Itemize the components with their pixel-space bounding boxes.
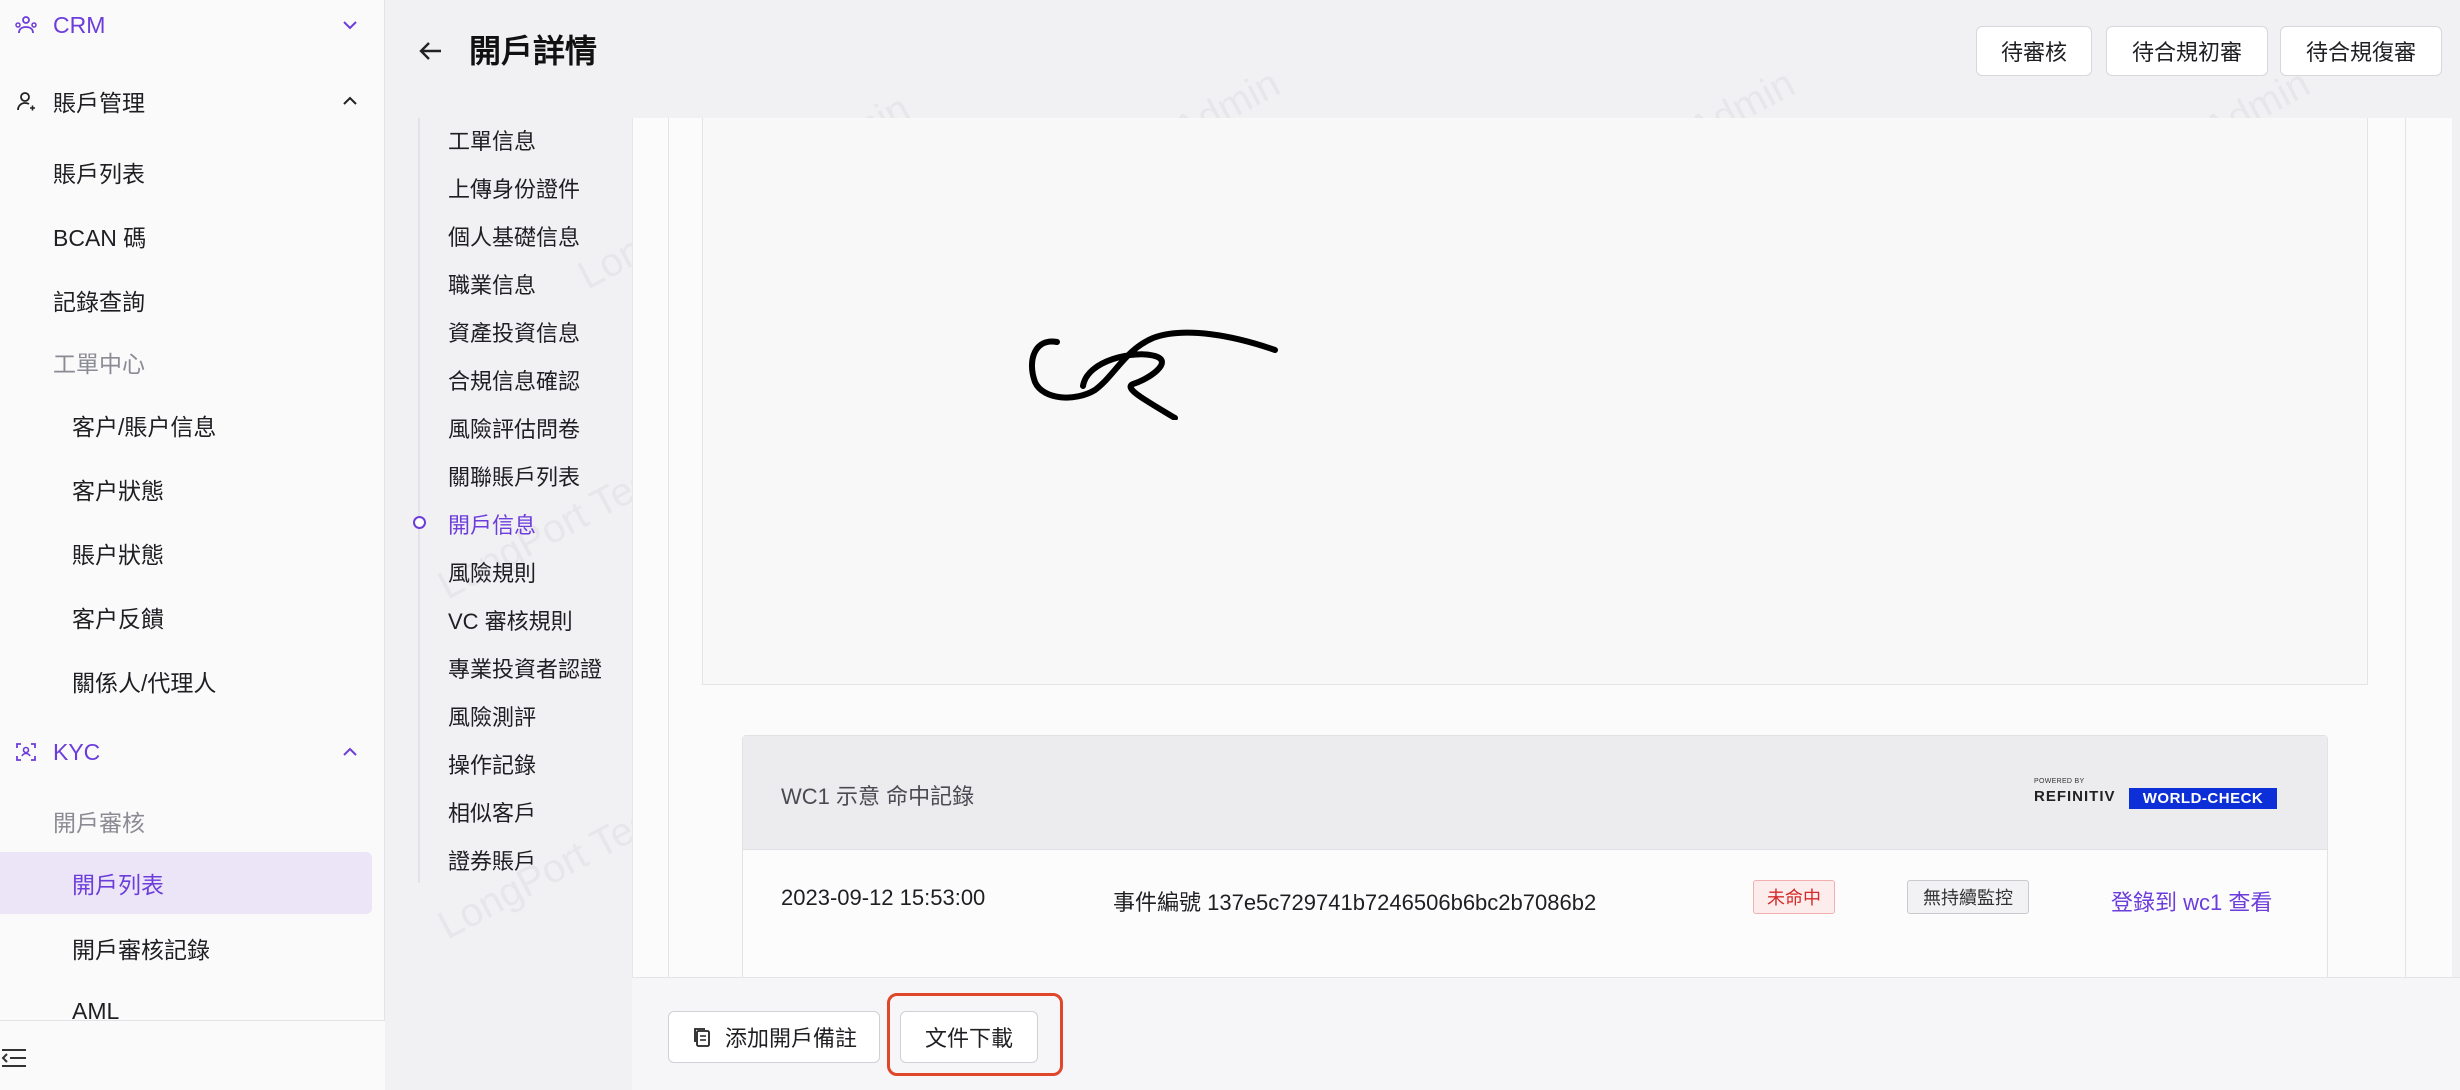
sidebar-item-account-list[interactable]: 賬戶列表 [0,144,372,200]
sidebar-item-record-query[interactable]: 記錄查詢 [0,272,372,328]
sidebar-footer [0,1020,385,1090]
anchor-item[interactable]: 風險測評 [448,700,536,732]
anchor-item[interactable]: 工單信息 [448,124,536,156]
wc1-record-row: 2023-09-12 15:53:00 事件編號 137e5c729741b72… [743,850,2327,981]
wc1-card-header: WC1 示意 命中記錄 POWERED BY REFINITIV WORLD-C… [743,736,2327,850]
nav-group-kyc[interactable]: KYC [0,727,385,777]
nav-group-label: KYC [53,738,101,765]
anchor-item[interactable]: 上傳身份證件 [448,172,580,204]
compliance-second-review-button[interactable]: 待合規復審 [2280,26,2442,76]
hit-status-badge: 未命中 [1753,880,1835,914]
sidebar-item-related-agent[interactable]: 關係人/代理人 [0,653,372,709]
anchor-navigation: 工單信息上傳身份證件 個人基礎信息 職業信息資產投資信息 合規信息確認 風險評估問卷 關聯… [413,118,630,883]
nav-group-crm[interactable]: CRM [0,0,385,50]
anchor-item[interactable]: 證券賬戶 [448,844,536,876]
anchor-active-dot-icon [413,516,426,529]
anchor-item[interactable]: 風險規則 [448,556,536,588]
sidebar-item-label: BCAN 碼 [53,225,147,251]
sidebar-item-account-status[interactable]: 賬户狀態 [0,525,372,581]
anchor-item[interactable]: 專業投資者認證 [448,652,602,684]
anchor-item[interactable]: 資產投資信息 [448,316,580,348]
sidebar-item-label: 賬戶列表 [53,161,145,187]
sidebar-item-label: 開戶審核記錄 [72,937,210,963]
sidebar: CRM 賬戶管理 賬戶列表 BCAN 碼 記錄查詢 工單中心 客户/賬户信息 客… [0,0,385,1090]
page-header: 開戶詳情 待審核 待合規初審 待合規復審 [385,0,2460,100]
people-icon [15,16,37,34]
sidebar-item-label: 賬户狀態 [72,542,164,568]
sidebar-item-open-list[interactable]: 開戶列表 [0,852,372,914]
anchor-item[interactable]: 職業信息 [448,268,536,300]
sidebar-section-open-review: 開戶審核 [0,793,372,849]
face-scan-icon [16,743,36,761]
sidebar-item-customer-account-info[interactable]: 客户/賬户信息 [0,397,372,453]
compliance-first-review-button[interactable]: 待合規初審 [2106,26,2268,76]
anchor-item[interactable]: 開戶信息 [448,508,536,540]
monitoring-status-badge: 無持續監控 [1907,880,2029,914]
logo-refinitiv: REFINITIV [2034,788,2116,805]
nav-group-label: CRM [53,11,106,38]
sidebar-item-label: 關係人/代理人 [72,670,217,696]
anchor-item[interactable]: VC 審核規則 [448,604,573,636]
sidebar-section-label: 工單中心 [53,351,145,377]
chevron-up-icon [343,96,357,105]
wc1-card-title: WC1 示意 命中記錄 [781,784,975,809]
anchor-item[interactable]: 合規信息確認 [448,364,580,396]
anchor-item[interactable]: 個人基礎信息 [448,220,580,252]
anchor-item[interactable]: 關聯賬戶列表 [448,460,580,492]
chevron-down-icon [343,21,357,30]
refinitiv-world-check-logo: POWERED BY REFINITIV WORLD-CHECK [2031,778,2281,812]
add-open-note-label: 添加開戶備註 [724,1026,857,1051]
pending-review-button[interactable]: 待審核 [1976,26,2092,76]
sidebar-item-customer-feedback[interactable]: 客户反饋 [0,589,372,645]
logo-world-check: WORLD-CHECK [2129,788,2277,809]
sidebar-item-aml[interactable]: AML [0,984,372,1024]
sidebar-item-customer-status[interactable]: 客户狀態 [0,461,372,517]
sidebar-section-label: 開戶審核 [53,810,145,836]
anchor-item[interactable]: 風險評估問卷 [448,412,580,444]
page-title: 開戶詳情 [469,33,598,69]
divider [668,118,669,978]
back-arrow-icon[interactable] [415,35,447,67]
sidebar-item-label: 記錄查詢 [53,289,145,315]
wc1-hit-record-card: WC1 示意 命中記錄 POWERED BY REFINITIV WORLD-C… [742,735,2328,980]
sidebar-item-label: 客户/賬户信息 [72,414,217,440]
anchor-item[interactable]: 操作記錄 [448,748,536,780]
logo-powered-by: POWERED BY [2034,778,2085,785]
signature-preview [702,118,2368,685]
anchor-item[interactable]: 相似客戶 [448,796,536,828]
nav-group-label: 賬戶管理 [53,90,145,116]
sidebar-item-bcan[interactable]: BCAN 碼 [0,208,372,264]
nav-group-account-management[interactable]: 賬戶管理 [0,76,385,126]
signature-image [1029,329,1278,420]
sidebar-item-label: 客户狀態 [72,478,164,504]
record-date: 2023-09-12 15:53:00 [781,885,986,910]
highlight-box [887,993,1063,1076]
add-open-note-button[interactable]: 添加開戶備註 [668,1011,880,1063]
login-wc1-link[interactable]: 登錄到 wc1 查看 [2111,885,2272,917]
user-icon [17,92,35,111]
copy-note-icon [694,1028,710,1047]
sidebar-section-ticket-center: 工單中心 [0,334,372,390]
collapse-menu-icon[interactable] [0,1046,28,1070]
divider [2405,118,2406,978]
sidebar-item-label: 客户反饋 [72,606,164,632]
chevron-up-icon [343,747,357,756]
event-id: 事件編號 137e5c729741b7246506b6bc2b7086b2 [1113,890,1597,915]
sidebar-item-open-review-record[interactable]: 開戶審核記錄 [0,920,372,976]
sidebar-item-label: 開戶列表 [72,872,164,898]
